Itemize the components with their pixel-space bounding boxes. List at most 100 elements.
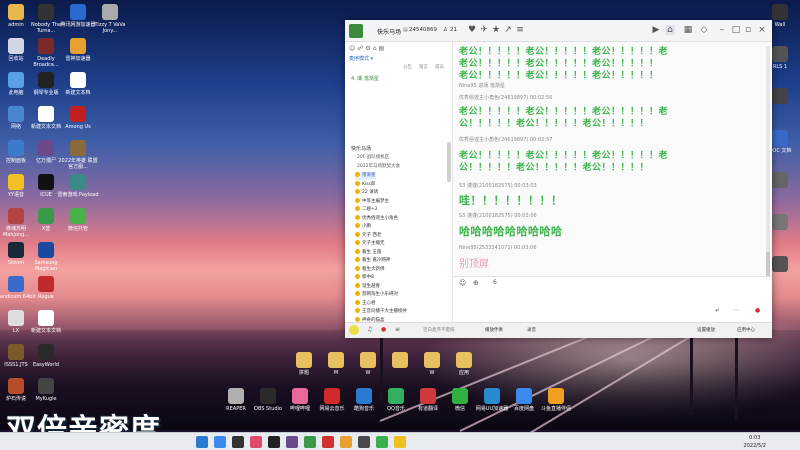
user-avatar-icon [355, 265, 360, 271]
user-name: 元子 西老 [362, 232, 382, 238]
desktop-shortcut[interactable]: Samsung Magician [24, 242, 68, 272]
desktop-shortcut[interactable]: 新建文本文档 [24, 310, 68, 334]
user-name: 谐生越春 [362, 283, 380, 289]
close-icon[interactable]: × [757, 25, 767, 35]
user-avatar-icon [355, 223, 360, 228]
channel-item[interactable]: 20F 战队接机区 [357, 154, 389, 160]
desktop-shortcut[interactable]: 新建文本档 [56, 72, 100, 96]
shortcut-icon [38, 4, 54, 20]
user-list-scrollbar[interactable] [447, 142, 451, 182]
tab-members[interactable]: 成员 [435, 64, 444, 70]
user-list-item[interactable]: 看生大新佛 [355, 265, 385, 274]
mode-selector[interactable]: 麦序模式 ▾ [349, 55, 373, 62]
record-icon[interactable]: ● [381, 326, 386, 333]
user-list-item[interactable]: 谐生越春 [355, 282, 380, 291]
user-list-item[interactable]: 看生 嘉冷网神 [355, 257, 390, 265]
favorite-icon[interactable]: ♥ [467, 25, 477, 35]
start-icon[interactable] [196, 436, 208, 448]
app-icon[interactable] [286, 436, 298, 448]
desktop-shortcut[interactable]: EasyWorld [24, 344, 68, 368]
desktop-shortcut[interactable]: Rogue [24, 276, 68, 300]
home-icon[interactable]: ⌂ [665, 25, 675, 35]
equalizer-icon[interactable]: ≡ [395, 326, 400, 333]
gift-icon[interactable]: ⊕ [473, 279, 479, 287]
restore-icon[interactable]: ▫ [743, 25, 753, 35]
record-button[interactable]: 录音 [527, 327, 536, 333]
send-icon[interactable]: ↵ [715, 307, 720, 314]
shortcut-icon [38, 140, 54, 156]
user-list-item[interactable]: 郭中8 [355, 274, 374, 282]
tab-messages[interactable]: 留言 [419, 64, 428, 70]
folder-icon[interactable] [340, 436, 352, 448]
chat-input-area[interactable]: ☺ ⊕ 6 ↵ ⋯ ● [453, 276, 772, 322]
queue-label[interactable]: 空白麦序不需排 [423, 327, 455, 333]
user-list-item[interactable]: 二嫂+2 [355, 206, 378, 214]
tab-notice[interactable]: 公告 [403, 64, 412, 70]
shortcut-icon [772, 130, 788, 146]
desktop-shortcut[interactable]: 雷神加速器 [56, 38, 100, 62]
user-list-item[interactable]: 王音同播千大主播榜并 [355, 308, 407, 316]
play-settings-button[interactable]: 设置播放 [697, 327, 715, 333]
maximize-icon[interactable]: □ [731, 25, 741, 35]
sidebar-toolbar-icons[interactable]: ☺☍⚙⌂▤ [349, 45, 386, 52]
settings-icon[interactable]: ✈ [479, 25, 489, 35]
char-count: 6 [493, 279, 497, 286]
yy-icon[interactable] [394, 436, 406, 448]
app-icon[interactable] [250, 436, 262, 448]
clock-time: 0:03 [749, 435, 761, 441]
speaker-icon[interactable]: ♫ [367, 326, 372, 333]
app-icon[interactable] [232, 436, 244, 448]
user-list-item[interactable]: 怒网淘生小乐碍对 [355, 291, 398, 299]
desktop-shortcut[interactable]: 微信托管 [56, 208, 100, 232]
system-clock[interactable]: 0:03 2022/5/2 [744, 434, 766, 450]
user-list-item[interactable]: 元子主播无 [355, 240, 385, 248]
channel-tree-root[interactable]: 快乐马场 [351, 145, 371, 152]
channel-item[interactable]: 2022年马场默契大会 [357, 163, 400, 169]
app-icon[interactable] [358, 436, 370, 448]
desktop-shortcut[interactable]: MyKugle [24, 378, 68, 402]
shortcut-icon [8, 4, 24, 20]
list-icon[interactable]: ▦ [683, 25, 693, 35]
chat-sender-line: S3 谨谨(2100182575) 00:03:06 [459, 213, 537, 219]
shortcut-icon [8, 276, 24, 292]
menu-icon[interactable]: ≡ [515, 25, 525, 35]
app-icon[interactable] [304, 436, 316, 448]
channel-bottom-bar: ♫ ● ≡ 空白麦序不需排 播放伴奏 录音 设置播放 应用中心 [345, 322, 772, 338]
edge-icon[interactable] [214, 436, 226, 448]
shortcut-label: EasyWorld [32, 362, 60, 368]
user-list-item[interactable]: 优秀俗谣主小角色 [355, 214, 398, 223]
desktop-shortcut[interactable]: 斗鱼直播伴侣 [534, 388, 578, 412]
more-options-icon[interactable]: ⋯ [733, 307, 739, 314]
user-list-item[interactable]: Kiss郎 [355, 180, 375, 189]
desktop-shortcut[interactable]: Tizzy T VaVa Jony... [88, 4, 132, 34]
channel-id: 24540869 [409, 27, 437, 33]
desktop-shortcut[interactable]: 2022年英雄 联盟 官方服... [56, 140, 100, 170]
user-name: 落渐星 [362, 173, 376, 178]
user-list-item[interactable]: 22 请请 [355, 189, 378, 197]
emoji-icon[interactable]: ☺ [459, 279, 466, 287]
app-icon[interactable] [268, 436, 280, 448]
star-icon[interactable]: ★ [491, 25, 501, 35]
yy-channel-window[interactable]: 快乐马场 ▤ 24540869 ♙ 21 ♥ ✈ ★ ↗ ≡ ▶ ⌂ ▦ ◇ –… [345, 20, 772, 338]
window-titlebar[interactable]: 快乐马场 ▤ 24540869 ♙ 21 ♥ ✈ ★ ↗ ≡ ▶ ⌂ ▦ ◇ –… [345, 20, 772, 42]
app-center-button[interactable]: 应用中心 [737, 327, 755, 333]
shortcut-icon [70, 4, 86, 20]
wechat-icon[interactable] [376, 436, 388, 448]
share-icon[interactable]: ↗ [503, 25, 513, 35]
user-list-item[interactable]: 看生 玉菌 [355, 248, 381, 257]
user-list-item[interactable]: 元子 西老 [355, 231, 382, 240]
minimize-icon[interactable]: – [717, 25, 727, 35]
mic-icon[interactable]: ● [755, 307, 760, 314]
game-icon[interactable]: ◇ [699, 25, 709, 35]
user-list-item[interactable]: 小鹏 [355, 223, 371, 231]
desktop-folder[interactable]: 应用 [442, 352, 486, 376]
user-list-item[interactable]: 王心君 [355, 299, 376, 308]
desktop-shortcut[interactable]: 雷索游戏 Payload [56, 174, 100, 198]
live-icon[interactable]: ▶ [651, 25, 661, 35]
play-accompaniment-button[interactable]: 播放伴奏 [485, 327, 503, 333]
status-indicator[interactable] [349, 325, 359, 335]
user-list-item[interactable]: 落渐星 [355, 172, 376, 180]
desktop-shortcut[interactable]: Among Us [56, 106, 100, 130]
user-list-item[interactable]: 中等主编梦主 [355, 197, 389, 206]
app-icon[interactable] [322, 436, 334, 448]
